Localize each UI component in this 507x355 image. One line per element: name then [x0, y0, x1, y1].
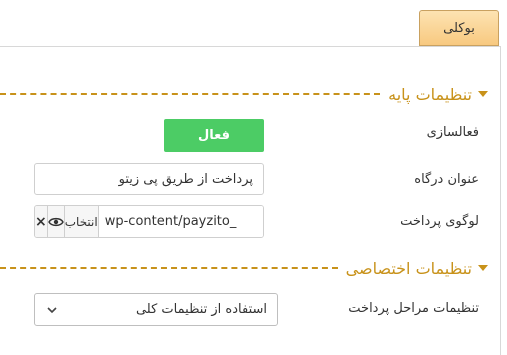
section-title: تنظیمات اختصاصی — [345, 258, 472, 278]
eye-icon-svg — [47, 217, 64, 226]
caret-down-icon — [478, 265, 488, 271]
tab-general[interactable]: بوکلی — [419, 10, 499, 46]
caret-down-icon — [478, 91, 488, 97]
logo-field: × انتخاب — [34, 205, 264, 238]
dashed-divider — [0, 267, 338, 269]
tab-strip: بوکلی — [0, 0, 507, 49]
panel-border — [500, 46, 501, 355]
dashed-divider — [0, 93, 381, 95]
chevron-down-icon — [47, 306, 57, 313]
payment-steps-label: تنظیمات مراحل پرداخت — [348, 301, 479, 316]
activation-label: فعالسازی — [426, 125, 479, 140]
eye-icon[interactable] — [47, 206, 65, 237]
logo-label: لوگوی پرداخت — [400, 214, 479, 229]
payment-steps-select[interactable]: استفاده از تنظیمات کلی — [34, 293, 278, 326]
activation-toggle-button[interactable]: فعال — [164, 119, 264, 152]
choose-file-button[interactable]: انتخاب — [64, 206, 99, 237]
gateway-title-input[interactable] — [34, 163, 264, 195]
section-custom-settings[interactable]: تنظیمات اختصاصی — [0, 256, 488, 280]
remove-icon[interactable]: × — [35, 206, 48, 237]
section-basic-settings[interactable]: تنظیمات پایه — [0, 82, 488, 106]
section-title: تنظیمات پایه — [388, 84, 472, 104]
tab-divider — [0, 46, 500, 47]
payment-steps-selected: استفاده از تنظیمات کلی — [135, 302, 267, 317]
logo-path-input[interactable] — [98, 206, 263, 237]
gateway-title-label: عنوان درگاه — [414, 172, 479, 187]
